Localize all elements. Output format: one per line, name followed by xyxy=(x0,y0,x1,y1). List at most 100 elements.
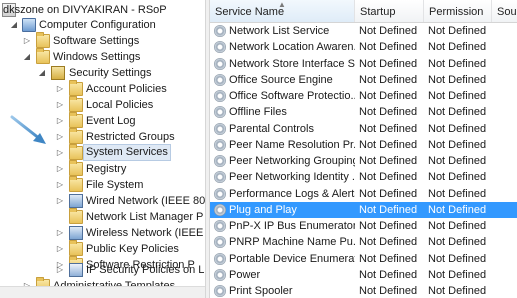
service-name-cell: Peer Name Resolution Pr... xyxy=(229,138,355,151)
table-row[interactable]: Peer Networking Identity ... Not Defined N… xyxy=(210,169,517,185)
table-row[interactable]: Network Store Interface S... Not Defined N… xyxy=(210,56,517,72)
table-row[interactable]: Peer Networking Grouping Not Defined Not D… xyxy=(210,153,517,169)
startup-cell: Not Defined xyxy=(359,41,418,54)
permission-cell: Not Defined xyxy=(428,41,487,54)
service-gear-icon xyxy=(214,41,226,54)
tree-item-label: Account Policies xyxy=(86,83,167,95)
column-label: Sour xyxy=(497,6,517,18)
expand-icon[interactable]: ▷ xyxy=(56,229,64,237)
expand-icon[interactable]: ▷ xyxy=(56,165,64,173)
service-name-cell: Plug and Play xyxy=(229,203,297,216)
column-header-service-name[interactable]: ▲ Service Name xyxy=(210,0,355,22)
horizontal-scrollbar[interactable] xyxy=(0,286,205,298)
table-row[interactable]: Performance Logs & Alerts Not Defined Not … xyxy=(210,186,517,202)
startup-cell: Not Defined xyxy=(359,138,418,151)
service-name-cell: PnP-X IP Bus Enumerator xyxy=(229,220,355,232)
tree-item-label: Public Key Policies xyxy=(86,243,179,255)
expand-icon[interactable]: ▷ xyxy=(56,181,64,189)
service-name-cell: Network Store Interface S... xyxy=(229,57,355,70)
startup-cell: Not Defined xyxy=(359,90,418,102)
table-row[interactable]: Power Not Defined Not Defined xyxy=(210,267,517,283)
folder-icon xyxy=(69,208,83,224)
table-row[interactable]: PNRP Machine Name Pu... Not Defined Not De… xyxy=(210,234,517,250)
column-header-source[interactable]: Sour xyxy=(492,0,517,22)
tree-item-label: Network List Manager P xyxy=(86,211,204,223)
table-row[interactable]: Network List Service Not Defined Not Defin… xyxy=(210,23,517,39)
startup-cell: Not Defined xyxy=(359,187,418,200)
permission-cell: Not Defined xyxy=(428,236,487,249)
column-label: Service Name xyxy=(215,6,285,18)
permission-cell: Not Defined xyxy=(428,187,487,200)
console-tree[interactable]: dkszone on DIVYAKIRAN - RSoP ◢ Computer … xyxy=(0,0,205,298)
service-gear-icon xyxy=(214,106,226,119)
service-name-cell: Parental Controls xyxy=(229,122,314,135)
table-row[interactable]: Print Spooler Not Defined Not Defined xyxy=(210,283,517,298)
table-row[interactable]: Parental Controls Not Defined Not Defined xyxy=(210,121,517,137)
column-header-permission[interactable]: Permission xyxy=(424,0,492,22)
service-name-cell: Peer Networking Identity ... xyxy=(229,171,355,184)
table-row[interactable]: Office Software Protectio... Not Defined N… xyxy=(210,88,517,104)
permission-cell: Not Defined xyxy=(428,171,487,184)
expand-icon[interactable]: ▷ xyxy=(56,197,64,205)
permission-cell: Not Defined xyxy=(428,252,487,265)
column-header-startup[interactable]: Startup xyxy=(355,0,424,22)
service-name-cell: Network List Service xyxy=(229,25,330,37)
service-gear-icon xyxy=(214,171,226,184)
permission-cell: Not Defined xyxy=(428,138,487,151)
table-row[interactable]: Office Source Engine Not Defined Not Defin… xyxy=(210,72,517,88)
service-name-cell: Print Spooler xyxy=(229,285,293,297)
ip-security-icon xyxy=(69,263,83,277)
services-list[interactable]: ▲ Service Name Startup Permission Sour N… xyxy=(210,0,517,298)
permission-cell: Not Defined xyxy=(428,285,487,297)
permission-cell: Not Defined xyxy=(428,220,487,232)
service-gear-icon xyxy=(214,187,226,200)
startup-cell: Not Defined xyxy=(359,25,418,37)
table-row[interactable]: Offline Files Not Defined Not Defined xyxy=(210,104,517,120)
expand-icon[interactable]: ▷ xyxy=(56,266,64,274)
service-gear-icon xyxy=(214,122,226,135)
permission-cell: Not Defined xyxy=(428,25,487,37)
service-gear-icon xyxy=(214,236,226,249)
permission-cell: Not Defined xyxy=(428,203,487,216)
startup-cell: Not Defined xyxy=(359,122,418,135)
service-gear-icon xyxy=(214,90,226,102)
service-name-cell: PNRP Machine Name Pu... xyxy=(229,236,355,249)
permission-cell: Not Defined xyxy=(428,106,487,119)
permission-cell: Not Defined xyxy=(428,90,487,102)
tree-item-label: Local Policies xyxy=(86,99,154,111)
startup-cell: Not Defined xyxy=(359,252,418,265)
startup-cell: Not Defined xyxy=(359,236,418,249)
service-gear-icon xyxy=(214,73,226,86)
table-row[interactable]: Peer Name Resolution Pr... Not Defined Not… xyxy=(210,137,517,153)
service-name-cell: Office Software Protectio... xyxy=(229,90,355,102)
tree-item-label: Wired Network (IEEE 80 xyxy=(86,195,205,207)
startup-cell: Not Defined xyxy=(359,155,418,167)
tree-item-label: Security Settings xyxy=(69,67,152,79)
service-gear-icon xyxy=(214,203,226,216)
tree-item-label: Registry xyxy=(86,163,127,175)
service-gear-icon xyxy=(214,25,226,37)
service-gear-icon xyxy=(214,268,226,281)
table-row[interactable]: Network Location Awaren... Not Defined Not… xyxy=(210,39,517,55)
column-label: Permission xyxy=(429,6,484,18)
startup-cell: Not Defined xyxy=(359,57,418,70)
service-name-cell: Offline Files xyxy=(229,106,287,119)
folder-icon xyxy=(69,160,83,176)
startup-cell: Not Defined xyxy=(359,73,418,86)
table-row[interactable]: Plug and Play Not Defined Not Defined xyxy=(210,201,517,218)
startup-cell: Not Defined xyxy=(359,106,418,119)
list-header: ▲ Service Name Startup Permission Sour xyxy=(210,0,517,23)
service-gear-icon xyxy=(214,138,226,151)
tree-item-label: File System xyxy=(86,179,144,191)
permission-cell: Not Defined xyxy=(428,155,487,167)
permission-cell: Not Defined xyxy=(428,57,487,70)
service-name-cell: Performance Logs & Alerts xyxy=(229,187,355,200)
service-gear-icon xyxy=(214,155,226,167)
column-label: Startup xyxy=(360,6,396,18)
service-gear-icon xyxy=(214,285,226,297)
table-row[interactable]: Portable Device Enumerat... Not Defined No… xyxy=(210,251,517,267)
expand-icon[interactable]: ▷ xyxy=(56,245,64,253)
wired-network-icon xyxy=(69,194,83,208)
service-gear-icon xyxy=(214,57,226,70)
table-row[interactable]: PnP-X IP Bus Enumerator Not Defined Not De… xyxy=(210,218,517,234)
